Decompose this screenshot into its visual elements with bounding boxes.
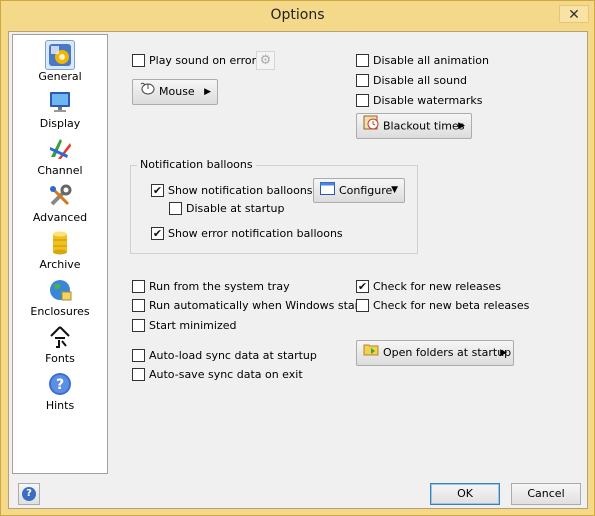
category-sidebar: General Display Channel Advanced Archive… (12, 34, 108, 474)
gear-icon: ⚙ (259, 53, 272, 68)
checkbox-label: Show notification balloons (168, 184, 313, 197)
button-label: Open folders at startup (383, 346, 512, 359)
checkbox-label: Run from the system tray (149, 280, 290, 293)
run-from-tray-checkbox[interactable]: Run from the system tray (132, 279, 290, 294)
disable-animation-checkbox[interactable]: Disable all animation (356, 53, 489, 68)
svg-text:?: ? (56, 377, 64, 393)
sidebar-item-label: Hints (45, 399, 75, 412)
sidebar-item-label: Enclosures (30, 305, 90, 318)
submenu-arrow-icon: ▶ (458, 121, 465, 131)
open-folders-button[interactable]: Open folders at startup ▶ (356, 340, 514, 366)
general-panel: Play sound on error ⚙ Mouse ▶ Disable al… (110, 34, 586, 474)
notification-balloons-group: Notification balloons Show notification … (130, 158, 418, 254)
sidebar-item-label: Archive (39, 258, 81, 271)
checkbox-box[interactable] (132, 54, 145, 67)
checkbox-label: Check for new beta releases (373, 299, 530, 312)
sidebar-item-label: General (38, 70, 82, 83)
checkbox-label: Disable at startup (186, 202, 285, 215)
checkbox-box[interactable] (356, 74, 369, 87)
checkbox-box[interactable] (151, 184, 164, 197)
checkbox-label: Auto-load sync data at startup (149, 349, 317, 362)
window-icon (320, 180, 335, 203)
cancel-button[interactable]: Cancel (511, 483, 581, 505)
database-icon (46, 229, 74, 257)
sidebar-item-label: Display (39, 117, 81, 130)
sidebar-item-label: Fonts (45, 352, 75, 365)
group-title: Notification balloons (137, 158, 256, 171)
dropdown-arrow-icon: ▼ (391, 185, 398, 195)
checkbox-box[interactable] (132, 299, 145, 312)
checkbox-box[interactable] (151, 227, 164, 240)
checkbox-box[interactable] (132, 319, 145, 332)
submenu-arrow-icon: ▶ (204, 87, 211, 97)
tools-icon (46, 182, 74, 210)
play-sound-checkbox[interactable]: Play sound on error (132, 53, 256, 68)
mouse-icon (139, 80, 155, 104)
sidebar-item-label: Channel (37, 164, 83, 177)
mouse-button[interactable]: Mouse ▶ (132, 79, 218, 105)
sidebar-item-fonts[interactable]: Fonts (13, 321, 107, 368)
check-new-releases-checkbox[interactable]: Check for new releases (356, 279, 501, 294)
checkbox-box[interactable] (132, 368, 145, 381)
clock-icon (363, 114, 379, 139)
button-label: Mouse (159, 85, 195, 98)
checkbox-box[interactable] (356, 280, 369, 293)
checkbox-label: Auto-save sync data on exit (149, 368, 303, 381)
checkbox-label: Start minimized (149, 319, 237, 332)
autoload-sync-checkbox[interactable]: Auto-load sync data at startup (132, 348, 317, 363)
sound-settings-button[interactable]: ⚙ (256, 51, 275, 70)
sidebar-item-label: Advanced (32, 211, 88, 224)
checkbox-box[interactable] (356, 299, 369, 312)
font-icon (46, 323, 74, 351)
checkbox-box[interactable] (132, 280, 145, 293)
folder-icon (363, 341, 379, 365)
help-icon: ? (22, 487, 36, 501)
start-minimized-checkbox[interactable]: Start minimized (132, 318, 236, 333)
checkbox-label: Play sound on error (149, 54, 257, 67)
sidebar-item-channel[interactable]: Channel (13, 133, 107, 180)
dialog-client: General Display Channel Advanced Archive… (8, 31, 588, 509)
checkbox-label: Run automatically when Windows starts (149, 299, 370, 312)
sidebar-item-advanced[interactable]: Advanced (13, 180, 107, 227)
button-label: Configure (339, 184, 393, 197)
sidebar-item-general[interactable]: General (13, 39, 107, 86)
run-automatically-checkbox[interactable]: Run automatically when Windows starts (132, 298, 369, 313)
checkbox-label: Check for new releases (373, 280, 502, 293)
show-error-balloons-checkbox[interactable]: Show error notification balloons (151, 226, 343, 241)
checkbox-box[interactable] (169, 202, 182, 215)
checkbox-label: Show error notification balloons (168, 227, 343, 240)
sidebar-item-hints[interactable]: ? Hints (13, 368, 107, 415)
disable-watermarks-checkbox[interactable]: Disable watermarks (356, 93, 483, 108)
window-title: Options (270, 7, 325, 23)
button-label: Blackout times (383, 119, 465, 133)
checkbox-box[interactable] (132, 349, 145, 362)
check-beta-releases-checkbox[interactable]: Check for new beta releases (356, 298, 529, 313)
checkbox-label: Disable all animation (373, 54, 489, 67)
sidebar-item-enclosures[interactable]: Enclosures (13, 274, 107, 321)
disable-sound-checkbox[interactable]: Disable all sound (356, 73, 467, 88)
disable-at-startup-checkbox[interactable]: Disable at startup (169, 201, 284, 216)
globe-icon (46, 276, 74, 304)
help-icon: ? (46, 370, 74, 398)
close-button[interactable]: ✕ (559, 5, 589, 23)
checkbox-box[interactable] (356, 54, 369, 67)
checkbox-label: Disable all sound (373, 74, 468, 87)
ok-button[interactable]: OK (430, 483, 500, 505)
monitor-icon (46, 88, 74, 116)
sidebar-item-display[interactable]: Display (13, 86, 107, 133)
sidebar-item-archive[interactable]: Archive (13, 227, 107, 274)
show-notification-balloons-checkbox[interactable]: Show notification balloons (151, 183, 313, 198)
title-bar[interactable]: Options ✕ (1, 1, 594, 31)
configure-button[interactable]: Configure ▼ (313, 178, 405, 203)
channel-icon (46, 135, 74, 163)
blackout-times-button[interactable]: Blackout times ▶ (356, 113, 472, 139)
autosave-sync-checkbox[interactable]: Auto-save sync data on exit (132, 367, 303, 382)
checkbox-box[interactable] (356, 94, 369, 107)
general-icon (46, 41, 74, 69)
checkbox-label: Disable watermarks (373, 94, 483, 107)
options-window: Options ✕ General Display Channel Advanc… (0, 0, 595, 516)
help-button[interactable]: ? (18, 483, 40, 505)
submenu-arrow-icon: ▶ (500, 348, 507, 358)
